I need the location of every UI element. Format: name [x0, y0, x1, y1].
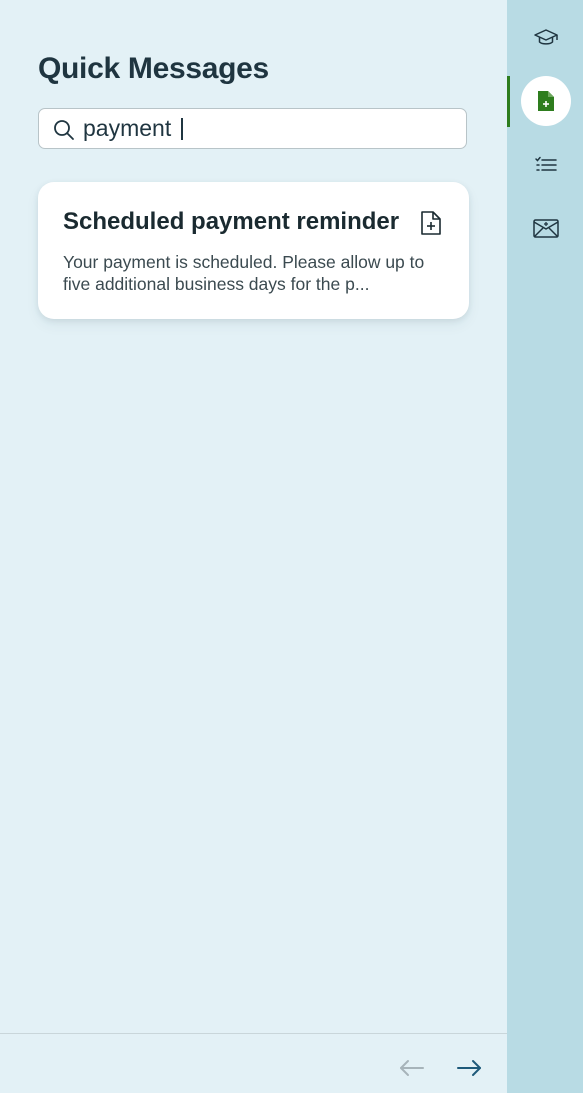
file-plus-icon — [538, 91, 554, 111]
sidebar-item-checklist[interactable] — [521, 140, 571, 190]
text-caret — [181, 118, 183, 140]
sidebar-item-mail[interactable] — [521, 203, 571, 253]
app-root: Quick Messages Scheduled payment reminde… — [0, 0, 583, 1093]
sidebar-item-learning[interactable] — [521, 13, 571, 63]
footer-divider — [0, 1033, 507, 1034]
checklist-icon — [535, 156, 557, 171]
sidebar — [507, 0, 583, 1093]
quick-message-card[interactable]: Scheduled payment reminder Your payment … — [38, 182, 469, 319]
graduation-cap-icon — [534, 29, 558, 45]
message-title: Scheduled payment reminder — [63, 208, 400, 235]
quick-messages-panel: Quick Messages Scheduled payment reminde… — [0, 0, 507, 1093]
envelope-x-icon — [533, 219, 559, 238]
message-preview: Your payment is scheduled. Please allow … — [63, 252, 425, 294]
search-box[interactable] — [38, 108, 467, 149]
sidebar-item-quick-messages[interactable] — [521, 76, 571, 126]
insert-file-icon[interactable] — [419, 210, 443, 236]
search-icon — [54, 120, 74, 140]
page-title: Quick Messages — [38, 52, 269, 85]
active-indicator — [507, 76, 510, 127]
search-input[interactable] — [83, 109, 453, 148]
arrow-left-icon[interactable] — [396, 1052, 428, 1084]
arrow-right-icon[interactable] — [453, 1052, 485, 1084]
